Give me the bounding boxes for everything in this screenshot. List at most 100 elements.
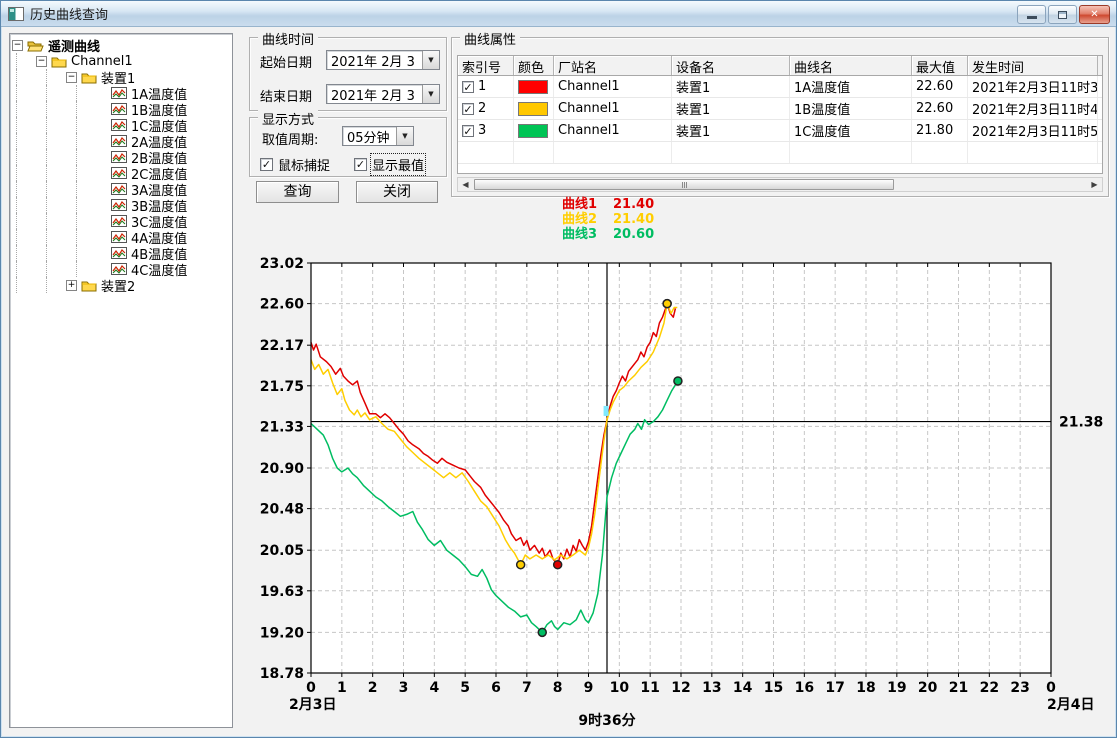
x-tick-label: 19 [887, 680, 906, 696]
x-tick-label: 16 [795, 680, 814, 696]
query-button[interactable]: 查询 [256, 181, 339, 203]
minimize-button[interactable] [1017, 5, 1046, 24]
tree-expander-plus[interactable]: + [66, 280, 77, 291]
restore-button[interactable] [1048, 5, 1077, 24]
open-folder-icon [27, 39, 44, 52]
display-mode-group: 显示方式 取值周期: 05分钟 ▼ ✓ 鼠标捕捉 ✓ 显示最值 [249, 117, 447, 177]
table-cell: ✓3 [458, 120, 514, 141]
end-date-dropdown-button[interactable]: ▼ [422, 85, 439, 103]
tree-item[interactable]: 2A温度值 [12, 133, 230, 149]
column-header[interactable]: 最大值 [912, 56, 968, 75]
tree-item[interactable]: +装置2 [12, 277, 230, 293]
sample-period-dropdown-button[interactable]: ▼ [396, 127, 413, 145]
tree-expander-minus[interactable]: − [12, 40, 23, 51]
folder-icon [81, 279, 97, 292]
table-row[interactable] [458, 142, 1102, 164]
column-header[interactable]: 设备名 [672, 56, 790, 75]
curve-icon [111, 183, 127, 195]
row-checkbox[interactable]: ✓ [462, 81, 474, 93]
table-cell: 装置1 [672, 76, 790, 97]
tree-item[interactable]: 3B温度值 [12, 197, 230, 213]
tree-item[interactable]: 2B温度值 [12, 149, 230, 165]
table-cell [554, 142, 672, 163]
tree-guide-line [76, 85, 96, 101]
y-tick-label: 19.63 [260, 584, 304, 600]
legend-curve-name: 曲线3 [541, 227, 597, 242]
row-checkbox[interactable]: ✓ [462, 125, 474, 137]
curve-icon [111, 199, 127, 211]
start-date-dropdown-button[interactable]: ▼ [422, 51, 439, 69]
scrollbar-thumb[interactable] [474, 179, 894, 190]
tree-item[interactable]: 1C温度值 [12, 117, 230, 133]
sample-period-combo[interactable]: 05分钟 ▼ [342, 126, 414, 146]
legend-curve-name: 曲线2 [541, 212, 597, 227]
tree-guide-line [16, 165, 36, 181]
table-horizontal-scrollbar[interactable]: ◀ ▶ [457, 177, 1103, 192]
curve-color-swatch [518, 80, 548, 94]
tree-item-label: Channel1 [71, 54, 133, 69]
tree-guide-line [76, 149, 96, 165]
close-dialog-button[interactable]: 关闭 [356, 181, 438, 203]
tree-guide-line [16, 149, 36, 165]
tree-item[interactable]: 1A温度值 [12, 85, 230, 101]
show-extremes-label[interactable]: 显示最值 [372, 155, 424, 174]
tree-guide-line [16, 277, 36, 293]
table-cell: 22.60 [912, 76, 968, 97]
table-cell [514, 142, 554, 163]
tree-item[interactable]: 1B温度值 [12, 101, 230, 117]
table-cell: 2021年2月3日11时35 [968, 76, 1098, 97]
tree-guide-line [16, 69, 36, 85]
start-date-combo[interactable]: 2021年 2月 3 ▼ [326, 50, 440, 70]
tree-item[interactable]: −装置1 [12, 69, 230, 85]
table-row[interactable]: ✓3Channel1装置11C温度值21.802021年2月3日11时55 [458, 120, 1102, 142]
tree-expander-minus[interactable]: − [66, 72, 77, 83]
mouse-capture-label[interactable]: 鼠标捕捉 [278, 155, 330, 174]
tree-item[interactable]: 3A温度值 [12, 181, 230, 197]
table-cell [968, 142, 1098, 163]
tree-item[interactable]: 3C温度值 [12, 213, 230, 229]
tree-guide-line [46, 149, 66, 165]
column-header[interactable]: 曲线名 [790, 56, 912, 75]
scroll-left-arrow-icon[interactable]: ◀ [458, 178, 473, 191]
history-curve-chart[interactable]: 18.7819.2019.6320.0520.4820.9021.3321.75… [241, 251, 1117, 738]
curve-cursor-legend: 曲线121.40曲线221.40曲线320.60 [541, 197, 741, 242]
tree-expander-minus[interactable]: − [36, 56, 47, 67]
tree-guide-line [46, 69, 66, 85]
tree-item[interactable]: −遥测曲线 [12, 37, 230, 53]
y-tick-label: 21.33 [260, 419, 304, 435]
tree-guide-line [46, 261, 66, 277]
x-tick-label: 17 [825, 680, 844, 696]
close-button[interactable]: ✕ [1079, 5, 1110, 24]
tree-guide-line [46, 213, 66, 229]
mouse-capture-checkbox[interactable]: ✓ [260, 158, 273, 171]
x-tick-label: 6 [491, 680, 501, 696]
table-cell [458, 142, 514, 163]
show-extremes-checkbox[interactable]: ✓ [354, 158, 367, 171]
legend-row: 曲线320.60 [541, 227, 741, 242]
column-header[interactable]: 索引号 [458, 56, 514, 75]
table-cell: 2021年2月3日11时40 [968, 98, 1098, 119]
tree-item[interactable]: 4B温度值 [12, 245, 230, 261]
scrollbar-track[interactable] [473, 178, 1087, 191]
tree-item[interactable]: 2C温度值 [12, 165, 230, 181]
table-row[interactable]: ✓1Channel1装置11A温度值22.602021年2月3日11时35 [458, 76, 1102, 98]
tree-guide-line [46, 197, 66, 213]
start-date-value: 2021年 2月 3 [327, 51, 422, 70]
curve-icon [111, 231, 127, 243]
table-cell: 1C温度值 [790, 120, 912, 141]
tree-guide-line [76, 197, 96, 213]
scroll-right-arrow-icon[interactable]: ▶ [1087, 178, 1102, 191]
end-date-combo[interactable]: 2021年 2月 3 ▼ [326, 84, 440, 104]
curve-time-group-title: 曲线时间 [258, 29, 318, 48]
column-header[interactable]: 厂站名 [554, 56, 672, 75]
table-cell: Channel1 [554, 98, 672, 119]
column-header[interactable]: 发生时间 [968, 56, 1098, 75]
row-checkbox[interactable]: ✓ [462, 103, 474, 115]
table-row[interactable]: ✓2Channel1装置11B温度值22.602021年2月3日11时40 [458, 98, 1102, 120]
column-header[interactable]: 颜色 [514, 56, 554, 75]
curve-icon [111, 135, 127, 147]
mouse-capture-marker [604, 406, 609, 416]
legend-row: 曲线121.40 [541, 197, 741, 212]
tree-item[interactable]: 4A温度值 [12, 229, 230, 245]
x-tick-label: 7 [522, 680, 532, 696]
